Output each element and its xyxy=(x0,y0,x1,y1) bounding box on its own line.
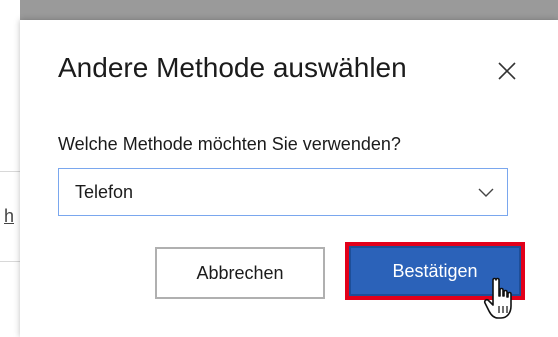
cancel-button[interactable]: Abbrechen xyxy=(155,247,325,299)
background-link-fragment: h xyxy=(4,206,15,226)
background-page: h xyxy=(0,0,20,337)
chevron-down-icon xyxy=(478,188,494,197)
hand-pointer-icon xyxy=(483,277,512,319)
method-select[interactable]: Telefon xyxy=(58,168,508,216)
background-divider xyxy=(0,171,20,172)
close-icon xyxy=(498,62,516,80)
dialog-title: Andere Methode auswählen xyxy=(58,52,407,83)
method-question-label: Welche Methode möchten Sie verwenden? xyxy=(58,134,401,154)
background-divider xyxy=(0,261,20,262)
close-button[interactable] xyxy=(492,56,522,86)
choose-method-dialog: Andere Methode auswählen Welche Methode … xyxy=(20,20,558,337)
method-select-value: Telefon xyxy=(75,182,134,202)
